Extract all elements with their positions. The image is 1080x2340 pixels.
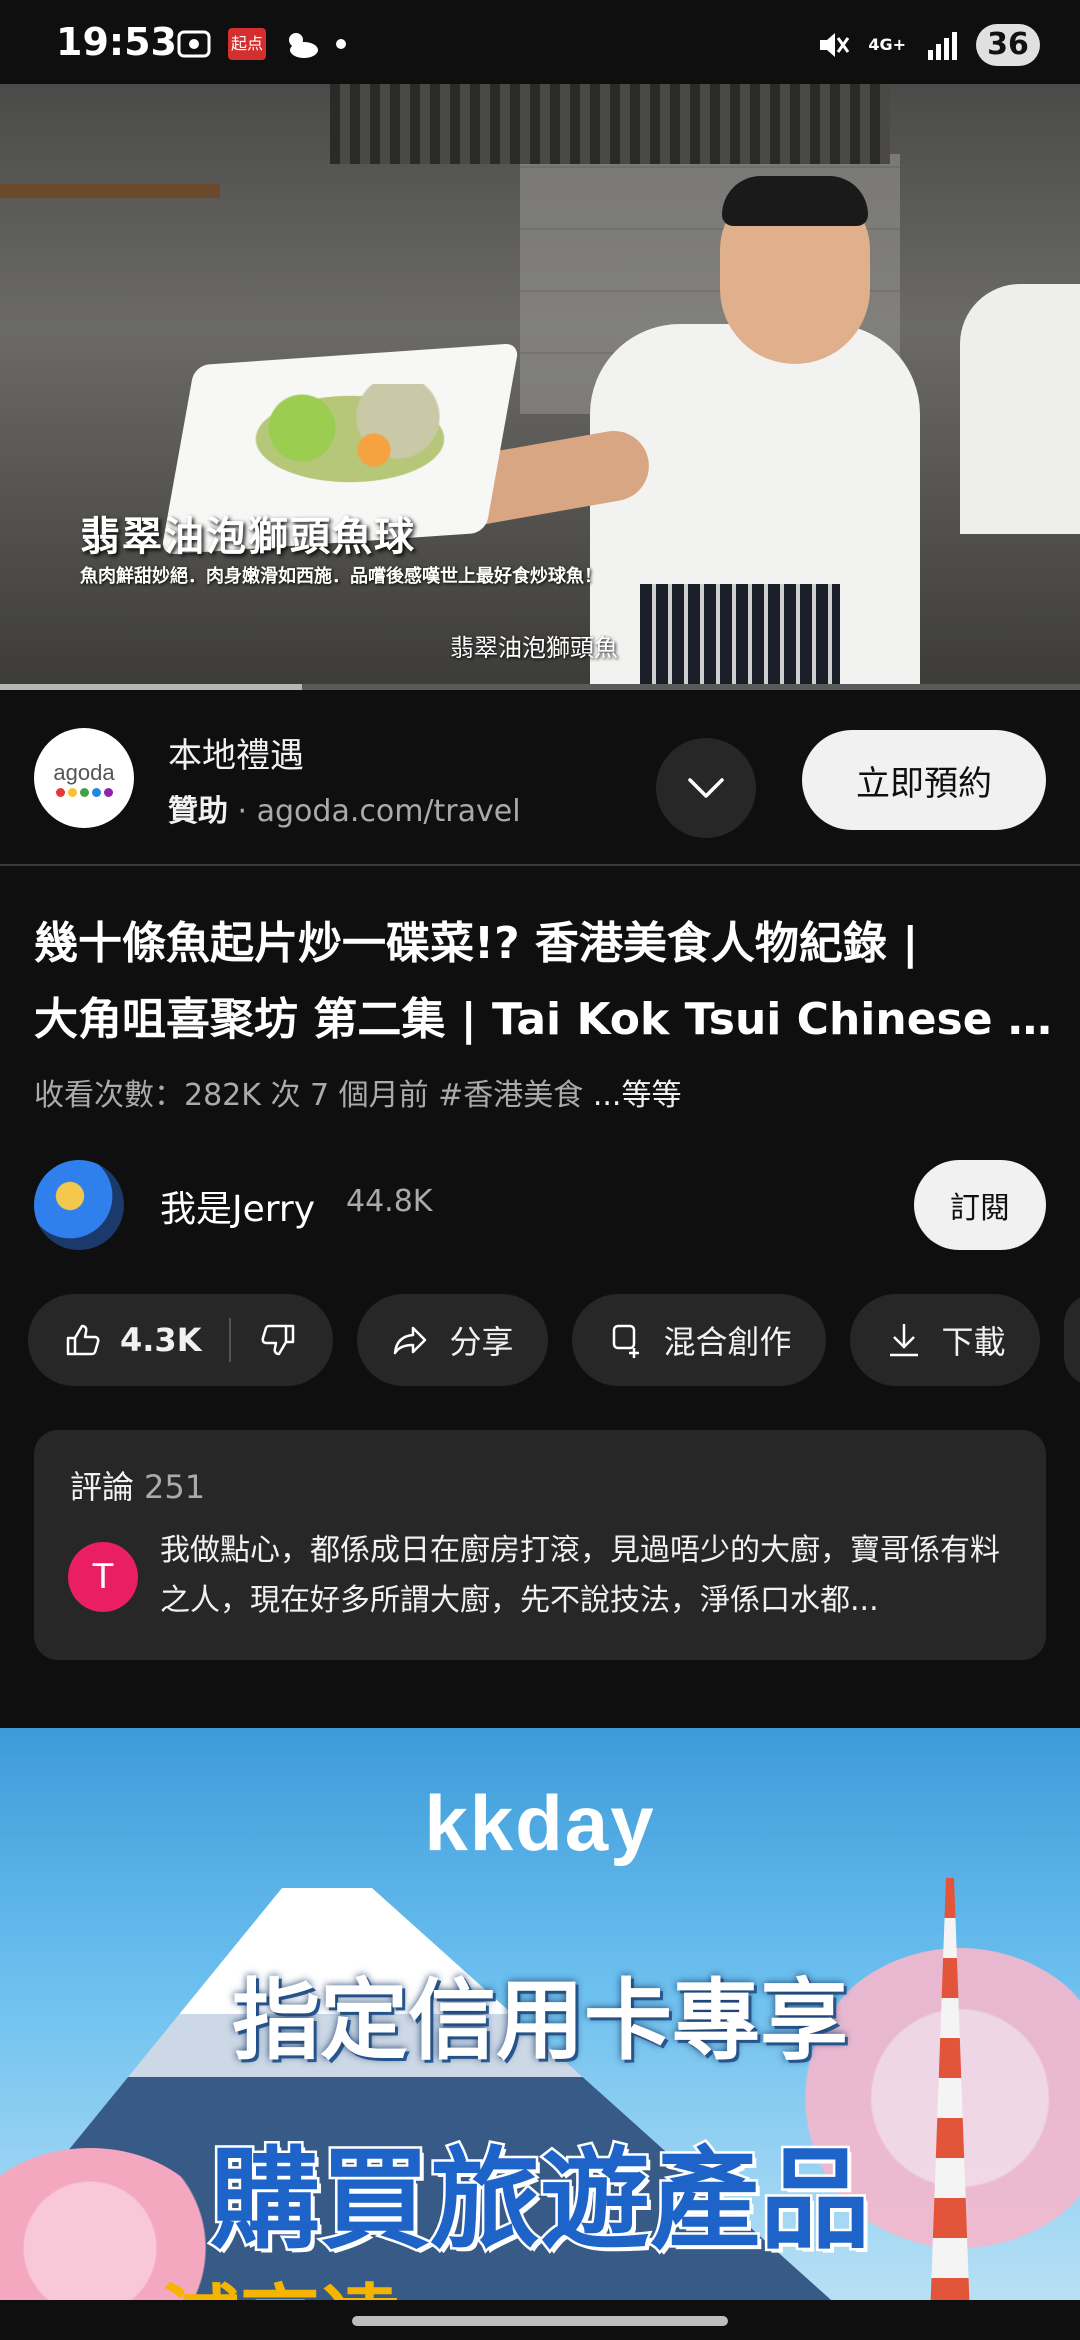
status-time: 19:53 [56, 20, 177, 64]
view-count-and-date: 收看次數：282K 次 7 個月前 #香港美食 [34, 1078, 593, 1113]
status-system-icons: 4G+ 36 [816, 24, 1040, 66]
advertiser-logo-dots [55, 787, 113, 797]
network-type-icon: 4G+ [868, 35, 906, 54]
ad-title[interactable]: 本地禮遇 [168, 728, 304, 777]
logo-dot [91, 787, 101, 797]
ad-url: · agoda.com/travel [237, 794, 521, 829]
action-bar: 4.3K 分享 混合創作 下載 [28, 1294, 1080, 1386]
kkday-logo: kkday [424, 1779, 656, 1867]
video-subtitle-overlay: 魚肉鮮甜妙絕．肉身嫩滑如西施．品嚐後感嘆世上最好食炒球魚！ [80, 566, 602, 587]
chevron-down-icon [688, 778, 724, 798]
thumbs-down-icon[interactable] [259, 1320, 299, 1360]
logo-dot [79, 787, 89, 797]
comments-header: 評論 251 [70, 1462, 205, 1508]
banner-headline-2: 購買旅遊產品 [208, 2134, 873, 2267]
channel-avatar[interactable] [34, 1160, 124, 1250]
thumbs-up-icon[interactable] [62, 1320, 102, 1360]
ad-cta-button[interactable]: 立即預約 [802, 730, 1046, 830]
logo-dot [103, 787, 113, 797]
subscribe-button[interactable]: 訂閱 [914, 1160, 1046, 1250]
mute-icon [820, 33, 850, 57]
weather-icon [289, 33, 318, 58]
video-scene-food [230, 384, 470, 494]
navigation-bar [0, 2300, 1080, 2340]
ad-meta: 贊助 · agoda.com/travel [168, 786, 521, 830]
advertiser-logo-text: agoda [53, 759, 115, 785]
video-scene-chef-hair [722, 176, 868, 226]
video-player[interactable]: 翡翠油泡獅頭魚球 魚肉鮮甜妙絕．肉身嫩滑如西施．品嚐後感嘆世上最好食炒球魚！ 翡… [0, 84, 1080, 690]
notification-dot-icon [336, 39, 346, 49]
battery-icon: 36 [976, 24, 1040, 66]
more-actions-button[interactable] [1063, 1294, 1080, 1386]
video-title-line-2: 大角咀喜聚坊 第二集 | Tai Kok Tsui Chinese … [34, 994, 1052, 1045]
video-metadata[interactable]: 收看次數：282K 次 7 個月前 #香港美食 ...等等 [34, 1070, 681, 1114]
download-icon [889, 1324, 918, 1357]
video-title-overlay: 翡翠油泡獅頭魚球 [80, 514, 416, 560]
video-scene-person [960, 284, 1080, 534]
like-divider [229, 1318, 232, 1362]
remix-icon [612, 1324, 639, 1358]
screenshot-icon [177, 30, 211, 58]
channel-name[interactable]: 我是Jerry [160, 1180, 315, 1232]
comments-label: 評論 [70, 1468, 135, 1506]
comments-count: 251 [144, 1468, 206, 1506]
signal-icon [928, 32, 957, 60]
like-dislike-pill: 4.3K [28, 1294, 334, 1386]
video-scene-shelf [0, 184, 220, 198]
app-badge-icon: 起点 [228, 28, 266, 60]
subscriber-count: 44.8K [346, 1184, 433, 1219]
video-title[interactable]: 幾十條魚起片炒一碟菜!? 香港美食人物紀錄 | 大角咀喜聚坊 第二集 | Tai… [34, 906, 1054, 1058]
banner-headline-1: 指定信用卡專享 [231, 1969, 848, 2072]
share-label: 分享 [449, 1323, 514, 1361]
ad-expand-button[interactable] [656, 738, 756, 838]
remix-button[interactable]: 混合創作 [571, 1294, 826, 1386]
kkday-banner-ad[interactable]: kkday 指定信用卡專享 購買旅遊產品 減高達 [0, 1728, 1080, 2300]
like-count[interactable]: 4.3K [120, 1321, 201, 1359]
commenter-avatar: T [68, 1542, 138, 1612]
advertiser-logo[interactable]: agoda [34, 728, 134, 828]
logo-dot [55, 787, 65, 797]
share-icon [394, 1326, 427, 1355]
channel-row[interactable]: 我是Jerry 44.8K 訂閱 [0, 1156, 1080, 1256]
comments-card[interactable]: 評論 251 T 我做點心，都係成日在廚房打滾，見過唔少的大廚，寶哥係有料之人，現… [34, 1430, 1046, 1660]
download-button[interactable]: 下載 [849, 1294, 1040, 1386]
download-label: 下載 [941, 1323, 1006, 1361]
video-scene-hood [330, 84, 890, 164]
home-gesture-handle[interactable] [352, 2316, 728, 2326]
video-scene-apron [640, 584, 840, 690]
top-comment-text: 我做點心，都係成日在廚房打滾，見過唔少的大廚，寶哥係有料之人，現在好多所謂大廚，… [160, 1533, 1000, 1618]
sponsored-ad[interactable]: agoda 本地禮遇 贊助 · agoda.com/travel 立即預約 [0, 690, 1080, 866]
more-link[interactable]: ...等等 [593, 1078, 682, 1113]
sponsored-label: 贊助 [168, 794, 228, 829]
share-button[interactable]: 分享 [357, 1294, 548, 1386]
status-bar: 19:53 起点 4G+ 36 [0, 0, 1080, 84]
banner-headline-3: 減高達 [160, 2258, 400, 2300]
video-caption: 翡翠油泡獅頭魚 [450, 634, 618, 662]
logo-dot [67, 787, 77, 797]
remix-label: 混合創作 [663, 1323, 792, 1361]
status-notification-icons: 起点 [176, 28, 346, 60]
video-title-line-1: 幾十條魚起片炒一碟菜!? 香港美食人物紀錄 | [34, 918, 919, 969]
